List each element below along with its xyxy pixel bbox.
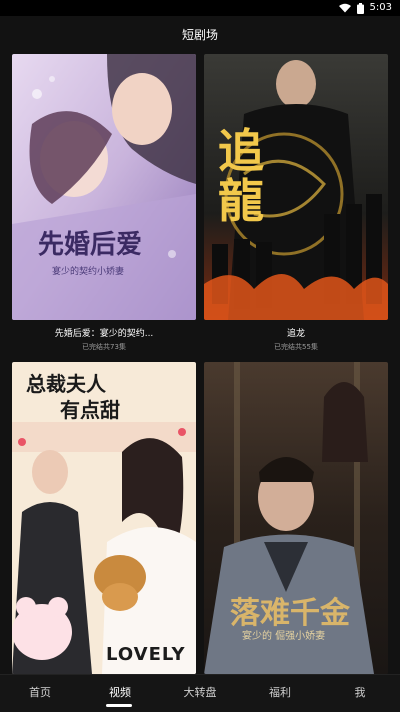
poster-title: 有点甜 (60, 398, 120, 422)
title-bar: 短剧场 (0, 16, 400, 52)
active-tab-indicator (106, 704, 132, 707)
poster-title: 落难千金 (230, 596, 350, 631)
drama-poster[interactable]: 追龍 (204, 54, 388, 320)
drama-grid: 先婚后爱 宴少的契约小娇妻 先婚后爱：宴少的契约... 已完结共73集 追龍 追… (0, 52, 400, 674)
tab-lucky-wheel[interactable]: 大转盘 (160, 675, 240, 709)
drama-card[interactable]: 追龍 追龙 已完结共55集 (204, 54, 388, 354)
poster-title: 总裁夫人 (26, 372, 106, 396)
drama-poster[interactable]: 先婚后爱 宴少的契约小娇妻 (12, 54, 196, 320)
battery-icon (356, 2, 364, 14)
drama-poster[interactable]: 落难千金 宴少的 倔强小娇妻 (204, 362, 388, 674)
episode-count: 已完结共55集 (274, 343, 318, 351)
page-title: 短剧场 (181, 27, 218, 42)
status-icons: 5:03 (338, 2, 392, 14)
poster-art (12, 54, 196, 320)
drama-title[interactable]: 追龙 (204, 326, 388, 339)
status-time: 5:03 (369, 2, 392, 13)
drama-poster[interactable]: 总裁夫人 有点甜 LOVELY (12, 362, 196, 674)
drama-title[interactable]: 先婚后爱：宴少的契约... (12, 326, 196, 339)
tab-me[interactable]: 我 (320, 675, 400, 709)
poster-subtitle: 宴少的契约小娇妻 (52, 267, 125, 277)
poster-subtitle: 宴少的 倔强小娇妻 (242, 631, 326, 642)
bottom-tab-bar: 首页 视频 大转盘 福利 我 (0, 674, 400, 712)
poster-caption: LOVELY (106, 644, 186, 665)
tab-home[interactable]: 首页 (0, 675, 80, 709)
drama-card[interactable]: 先婚后爱 宴少的契约小娇妻 先婚后爱：宴少的契约... 已完结共73集 (12, 54, 196, 354)
drama-card[interactable]: 落难千金 宴少的 倔强小娇妻 (204, 362, 388, 674)
poster-title: 先婚后爱 (38, 230, 143, 260)
status-bar: 5:03 (0, 0, 400, 16)
drama-card[interactable]: 总裁夫人 有点甜 LOVELY (12, 362, 196, 674)
poster-title: 追龍 (218, 124, 264, 228)
episode-count: 已完结共73集 (82, 343, 126, 351)
wifi-icon (338, 3, 351, 13)
tab-welfare[interactable]: 福利 (240, 675, 320, 709)
